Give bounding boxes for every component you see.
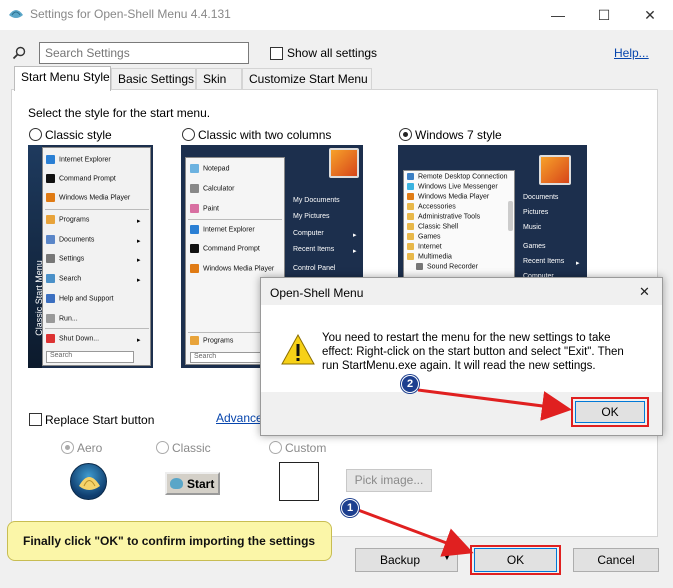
tab-start-menu-style[interactable]: Start Menu Style xyxy=(14,66,111,91)
step-1-badge: 1 xyxy=(341,499,359,517)
step-2-badge: 2 xyxy=(401,375,419,393)
arrow-to-ok xyxy=(357,508,474,557)
instruction-callout: Finally click "OK" to confirm importing … xyxy=(7,521,332,561)
arrow-to-dialog-ok xyxy=(417,388,572,421)
